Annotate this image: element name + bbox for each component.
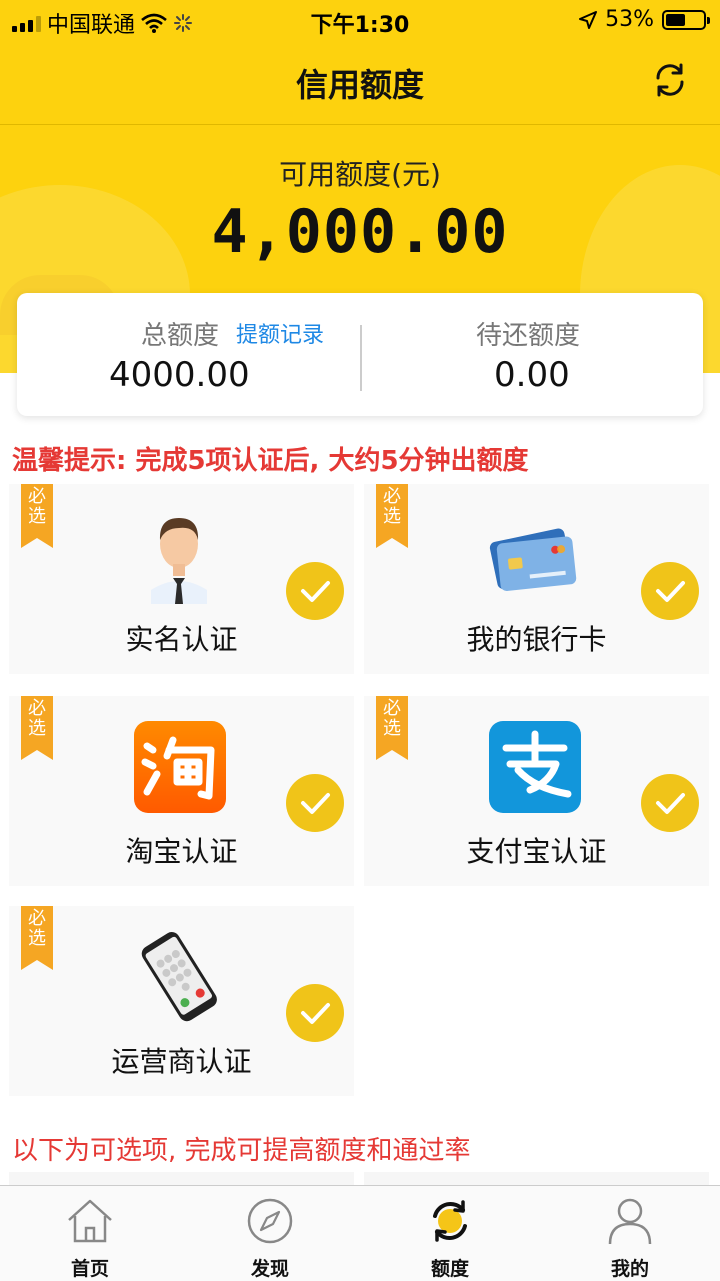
- tab-label: 首页: [70, 1258, 109, 1280]
- pending-repayment-value: 0.00: [494, 355, 570, 395]
- tab-home[interactable]: 首页: [0, 1186, 180, 1281]
- credit-record-link[interactable]: 提额记录: [236, 317, 324, 349]
- tab-discover[interactable]: 发现: [180, 1186, 360, 1281]
- user-icon: [608, 1198, 652, 1245]
- home-icon: [68, 1199, 112, 1243]
- card-title: 支付宝认证: [466, 835, 607, 868]
- total-credit-label: 总额度: [141, 321, 220, 351]
- verified-check-icon: [286, 562, 344, 620]
- card-alipay-verification[interactable]: 必选 支付宝认证: [364, 696, 709, 886]
- card-title: 运营商认证: [111, 1045, 252, 1078]
- card-taobao-verification[interactable]: 必选 淘宝认证: [9, 696, 354, 886]
- pending-repayment-label: 待还额度: [476, 321, 581, 351]
- verified-check-icon: [641, 774, 699, 832]
- phone-icon: [141, 932, 217, 1022]
- tab-label: 我的: [610, 1258, 649, 1280]
- tip-text: 温馨提示: 完成5项认证后, 大约5分钟出额度: [12, 446, 529, 476]
- required-badge: 必选: [376, 696, 408, 760]
- required-badge: 必选: [21, 484, 53, 548]
- page-title: 信用额度: [295, 66, 424, 104]
- compass-icon: [247, 1198, 293, 1244]
- battery-percent: 53%: [605, 7, 654, 32]
- total-credit-section: 总额度 提额记录 4000.00: [17, 293, 360, 416]
- card-real-name-verification[interactable]: 必选 实名认证: [9, 484, 354, 674]
- tab-bar: 首页 发现 额度 我的: [0, 1185, 720, 1281]
- verified-check-icon: [286, 984, 344, 1042]
- card-title: 我的银行卡: [466, 623, 607, 656]
- card-bank-card-verification[interactable]: 必选 我的银行卡: [364, 484, 709, 674]
- tab-label: 发现: [250, 1258, 289, 1280]
- alipay-icon: [489, 721, 581, 813]
- tab-label: 额度: [430, 1258, 469, 1280]
- credit-summary-card: 总额度 提额记录 4000.00 待还额度 0.00: [17, 293, 703, 416]
- available-credit-label: 可用额度(元): [279, 158, 441, 191]
- location-arrow-icon: [579, 10, 598, 29]
- optional-section-note: 以下为可选项, 完成可提高额度和通过率: [12, 1136, 471, 1166]
- battery-icon: [662, 9, 710, 30]
- card-title: 淘宝认证: [125, 835, 238, 868]
- tab-quota[interactable]: 额度: [360, 1186, 540, 1281]
- total-credit-value: 4000.00: [109, 355, 250, 395]
- card-title: 实名认证: [125, 623, 238, 656]
- pending-repayment-section: 待还额度 0.00: [360, 293, 703, 416]
- required-badge: 必选: [21, 696, 53, 760]
- taobao-icon: [134, 721, 226, 813]
- required-badge: 必选: [21, 906, 53, 970]
- verified-check-icon: [641, 562, 699, 620]
- refresh-icon[interactable]: [650, 60, 690, 100]
- nav-bar: 信用额度: [0, 40, 720, 125]
- tab-mine[interactable]: 我的: [540, 1186, 720, 1281]
- person-icon: [151, 518, 207, 604]
- verified-check-icon: [286, 774, 344, 832]
- quota-icon: [433, 1200, 467, 1242]
- status-bar: 中国联通 下午1:30 53%: [0, 0, 720, 40]
- bank-card-icon: [489, 528, 577, 592]
- available-credit-amount: 4,000.00: [211, 197, 509, 267]
- required-badge: 必选: [376, 484, 408, 548]
- card-carrier-verification[interactable]: 必选 运营商认证: [9, 906, 354, 1096]
